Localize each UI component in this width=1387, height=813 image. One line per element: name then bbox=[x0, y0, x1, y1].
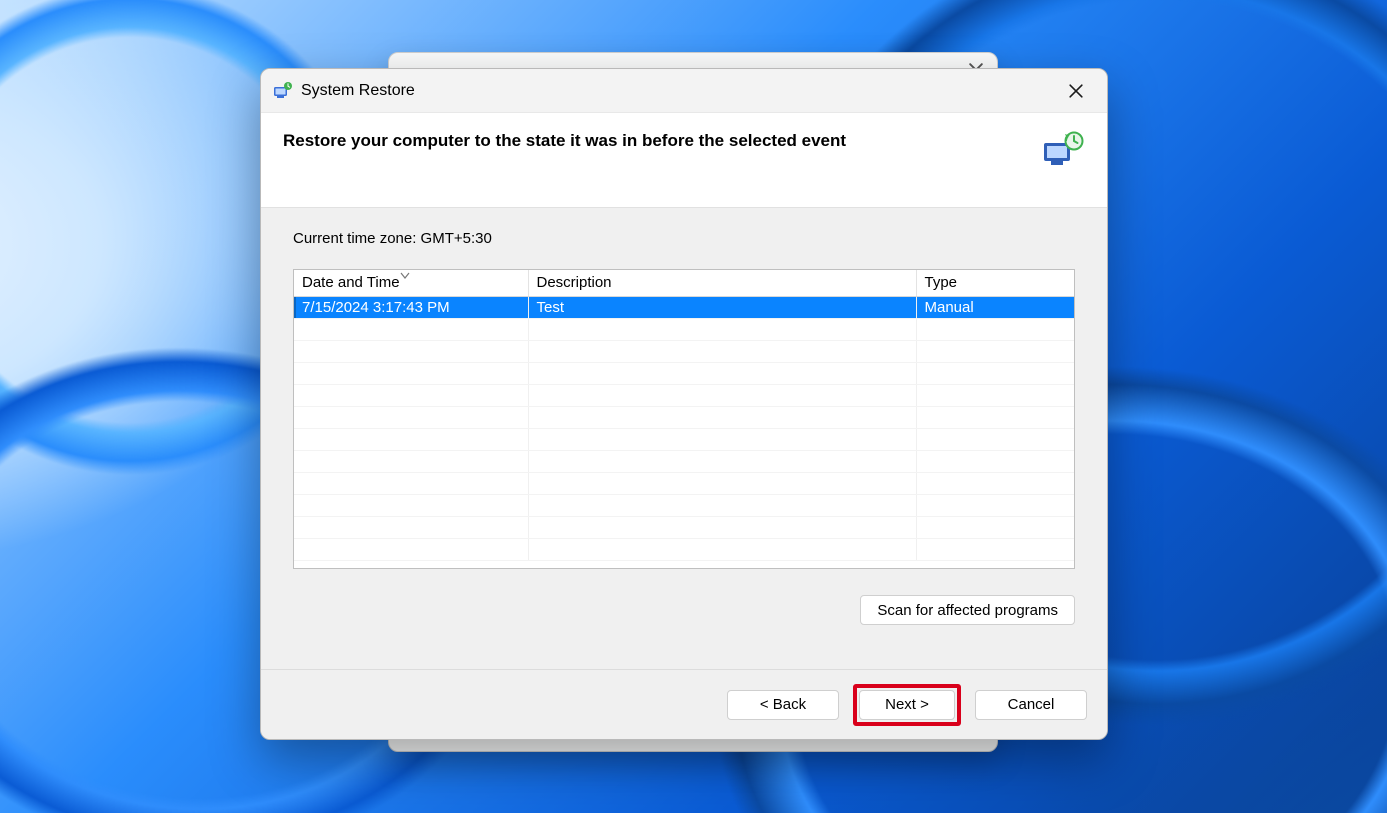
restore-points-table[interactable]: Date and Time Description Type 7/15/2024… bbox=[293, 269, 1075, 569]
title-bar[interactable]: System Restore bbox=[261, 69, 1107, 113]
empty-row bbox=[294, 516, 1074, 538]
empty-row bbox=[294, 384, 1074, 406]
system-restore-large-icon bbox=[1041, 131, 1085, 171]
column-header-description[interactable]: Description bbox=[528, 270, 916, 296]
restore-point-row[interactable]: 7/15/2024 3:17:43 PMTestManual bbox=[294, 296, 1074, 318]
back-button[interactable]: < Back bbox=[727, 690, 839, 720]
wizard-body: Current time zone: GMT+5:30 Date and Tim… bbox=[261, 208, 1107, 625]
column-label: Description bbox=[537, 274, 612, 291]
next-button-highlight: Next > bbox=[853, 684, 961, 726]
empty-row bbox=[294, 340, 1074, 362]
cancel-button[interactable]: Cancel bbox=[975, 690, 1087, 720]
dialog-title: System Restore bbox=[301, 82, 415, 100]
wizard-header: Restore your computer to the state it wa… bbox=[261, 113, 1107, 208]
empty-row bbox=[294, 318, 1074, 340]
system-restore-dialog: System Restore Restore your computer to … bbox=[260, 68, 1108, 740]
empty-row bbox=[294, 450, 1074, 472]
wizard-footer: < Back Next > Cancel bbox=[261, 669, 1107, 739]
cell-type: Manual bbox=[916, 296, 1074, 318]
empty-row bbox=[294, 472, 1074, 494]
scan-affected-programs-button[interactable]: Scan for affected programs bbox=[860, 595, 1075, 625]
empty-row bbox=[294, 428, 1074, 450]
cell-date: 7/15/2024 3:17:43 PM bbox=[294, 296, 528, 318]
column-header-date[interactable]: Date and Time bbox=[294, 270, 528, 296]
empty-row bbox=[294, 494, 1074, 516]
sort-descending-icon bbox=[400, 272, 410, 280]
empty-row bbox=[294, 406, 1074, 428]
scan-row: Scan for affected programs bbox=[293, 595, 1075, 625]
next-button[interactable]: Next > bbox=[859, 690, 955, 720]
wizard-heading: Restore your computer to the state it wa… bbox=[283, 131, 846, 151]
desktop-wallpaper: System Restore Restore your computer to … bbox=[0, 0, 1387, 813]
cell-description: Test bbox=[528, 296, 916, 318]
column-header-type[interactable]: Type bbox=[916, 270, 1074, 296]
column-label: Date and Time bbox=[302, 274, 400, 291]
close-icon bbox=[1069, 84, 1083, 98]
column-label: Type bbox=[925, 274, 958, 291]
system-restore-icon bbox=[273, 81, 293, 101]
close-button[interactable] bbox=[1053, 75, 1099, 107]
timezone-label: Current time zone: GMT+5:30 bbox=[293, 230, 1075, 247]
empty-row bbox=[294, 362, 1074, 384]
empty-row bbox=[294, 538, 1074, 560]
